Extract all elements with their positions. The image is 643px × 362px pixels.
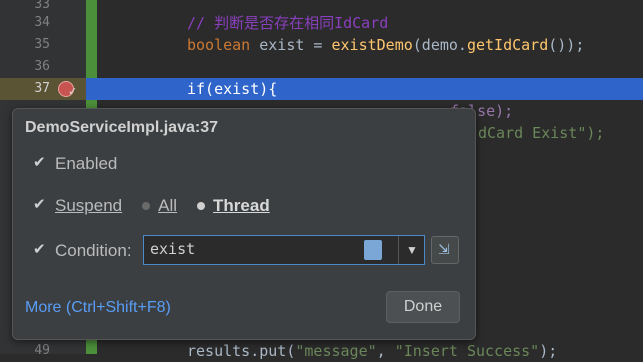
enabled-label: Enabled <box>55 154 118 173</box>
condition-value: exist <box>150 240 196 258</box>
line-number: 35 <box>34 37 50 52</box>
dropdown-separator <box>398 236 399 264</box>
expand-editor-button[interactable]: ⇲ <box>431 236 459 264</box>
thread-label: Thread <box>213 196 270 215</box>
code-text: results.put("message", "Insert Success")… <box>187 342 558 360</box>
enabled-checkbox[interactable] <box>33 153 47 171</box>
line-number: 36 <box>34 59 50 74</box>
done-button[interactable]: Done <box>386 291 460 323</box>
code-line-37-highlighted: if(exist){ <box>0 78 643 100</box>
line-number: 34 <box>34 15 50 30</box>
suspend-checkbox[interactable] <box>33 195 47 213</box>
breakpoint-popup: DemoServiceImpl.java:37 Enabled Suspend … <box>12 108 476 340</box>
condition-label: Condition: <box>55 241 132 260</box>
code-line-35: 35 boolean exist = existDemo(demo.getIdC… <box>0 34 643 56</box>
condition-checkbox[interactable] <box>33 240 47 258</box>
code-text: boolean exist = existDemo(demo.getIdCard… <box>187 36 585 54</box>
code-text: if(exist){ <box>187 80 278 98</box>
code-fragment: dCard Exist"); <box>478 124 605 142</box>
code-line-34: 34 // 判断是否存在相同IdCard <box>0 12 643 34</box>
all-radio[interactable] <box>142 202 151 210</box>
line-number: 37 <box>34 81 50 96</box>
condition-row: Condition: <box>33 240 132 261</box>
comment-text: // 判断是否存在相同IdCard <box>187 14 389 32</box>
chevron-down-icon[interactable]: ▼ <box>406 243 418 257</box>
document-icon <box>364 240 382 260</box>
code-line-49: 49 results.put("message", "Insert Succes… <box>0 340 643 362</box>
popup-title: DemoServiceImpl.java:37 <box>25 119 218 136</box>
expand-icon: ⇲ <box>438 241 450 257</box>
suspend-label: Suspend <box>55 196 123 215</box>
thread-radio[interactable] <box>197 202 206 210</box>
code-line-36: 36 <box>0 56 643 78</box>
line-number: 49 <box>34 343 50 358</box>
all-label: All <box>158 196 178 215</box>
enabled-row[interactable]: Enabled <box>33 153 118 174</box>
condition-input[interactable]: exist ▼ <box>143 235 425 265</box>
breakpoint-check-icon: ✓ <box>68 85 78 98</box>
more-link[interactable]: More (Ctrl+Shift+F8) <box>25 299 171 317</box>
suspend-row: Suspend All Thread <box>33 195 270 216</box>
